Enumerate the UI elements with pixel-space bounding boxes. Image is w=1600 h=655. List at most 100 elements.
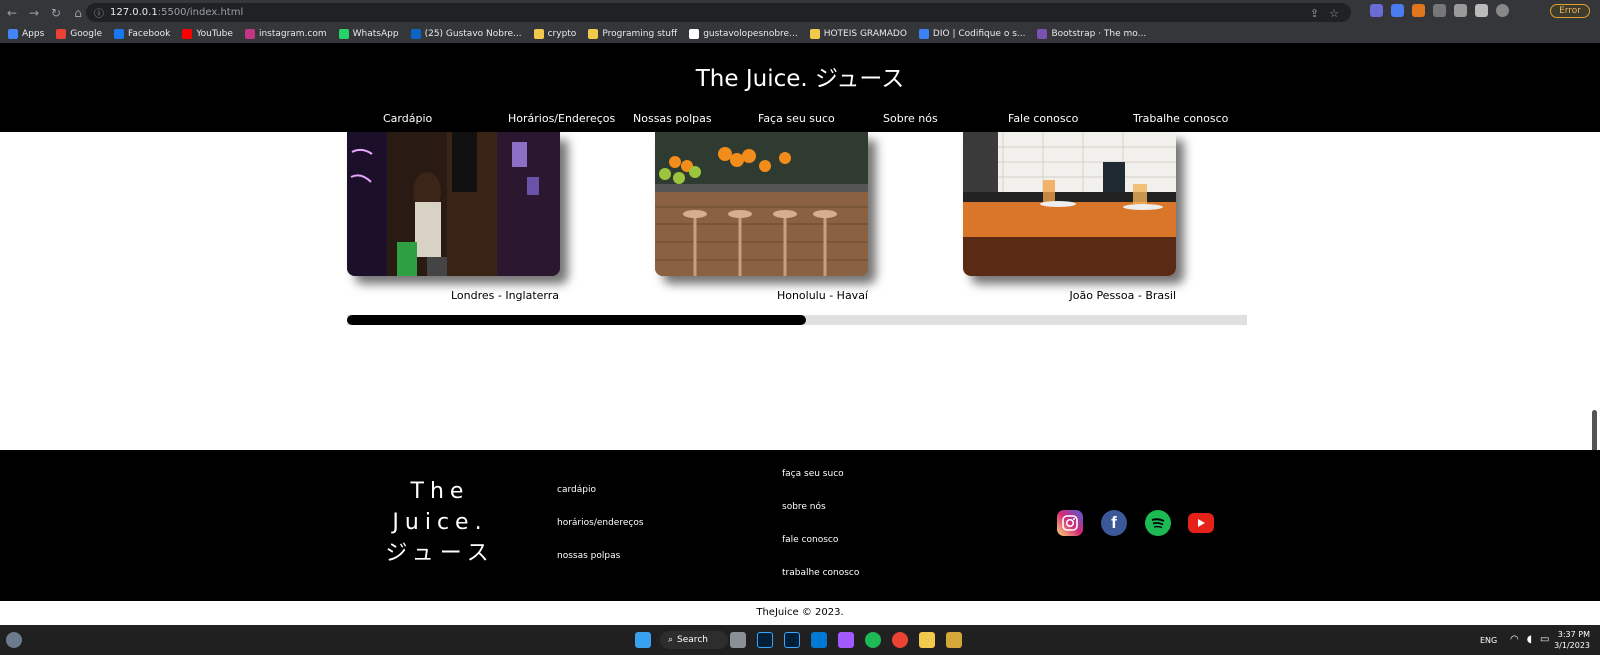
extension-icon[interactable] <box>1391 4 1404 17</box>
figma-icon[interactable] <box>838 632 854 648</box>
lightroom-icon[interactable] <box>784 632 800 648</box>
system-tray: ◠ ◖ ▭ <box>1510 634 1549 645</box>
bookmark-item[interactable]: (25) Gustavo Nobre... <box>410 29 522 39</box>
os-taskbar: ⌕ Search ENG ◠ ◖ ▭ 3:37 PM 3/1/2023 <box>0 625 1600 655</box>
photoshop-icon[interactable] <box>757 632 773 648</box>
clock-date: 3/1/2023 <box>1554 641 1590 650</box>
home-icon[interactable]: ⌂ <box>68 6 88 20</box>
dio-icon <box>918 29 929 39</box>
vscode-icon[interactable] <box>811 632 827 648</box>
tab-search-icon[interactable] <box>1454 4 1467 17</box>
bookmark-item[interactable]: Programing stuff <box>588 29 677 39</box>
bookmark-label: crypto <box>547 29 577 39</box>
card-image-londres[interactable] <box>347 132 560 276</box>
nav-sobre[interactable]: Sobre nós <box>883 112 938 125</box>
bookmark-item[interactable]: DIO | Codifique o s... <box>918 29 1026 39</box>
youtube-icon[interactable] <box>1188 513 1214 533</box>
apps-grid-icon <box>8 29 18 39</box>
bookmark-item[interactable]: WhatsApp <box>338 29 399 39</box>
bookmark-label: (25) Gustavo Nobre... <box>424 29 522 39</box>
bookmark-item[interactable]: Bootstrap · The mo... <box>1037 29 1146 39</box>
back-icon[interactable]: ← <box>2 6 22 20</box>
footer-link-cardapio[interactable]: cardápio <box>557 485 596 495</box>
error-button[interactable]: Error <box>1550 4 1590 18</box>
bookmark-item[interactable]: crypto <box>533 29 577 39</box>
volume-icon[interactable]: ◖ <box>1527 634 1532 645</box>
facebook-icon <box>114 29 125 39</box>
windows-start-icon[interactable] <box>635 632 651 648</box>
bookmark-item[interactable]: Google <box>56 29 102 39</box>
reload-icon[interactable]: ↻ <box>46 6 66 20</box>
footer-logo: The Juice. ジュース <box>380 476 500 569</box>
bookmark-item[interactable]: HOTEIS GRAMADO <box>809 29 907 39</box>
nav-fale[interactable]: Fale conosco <box>1008 112 1078 125</box>
chrome-icon[interactable] <box>892 632 908 648</box>
folder-icon <box>533 29 544 39</box>
weather-icon[interactable] <box>6 632 22 648</box>
footer-logo-line: ジュース <box>385 541 495 566</box>
bookmark-label: DIO | Codifique o s... <box>932 29 1026 39</box>
bookmark-label: Facebook <box>128 29 171 39</box>
bookmark-item[interactable]: Facebook <box>114 29 170 39</box>
address-bar[interactable]: ⓘ 127.0.0.1:5500/index.html ⇪ ☆ <box>86 3 1351 22</box>
language-indicator[interactable]: ENG <box>1480 636 1497 645</box>
bookmark-star-icon[interactable]: ☆ <box>1329 7 1339 20</box>
github-icon <box>689 29 700 39</box>
nav-faca-suco[interactable]: Faça seu suco <box>758 112 835 125</box>
bookmark-item[interactable]: gustavolopesnobre... <box>689 29 798 39</box>
google-icon <box>56 29 67 39</box>
task-view-icon[interactable] <box>730 632 746 648</box>
puzzle-icon[interactable] <box>1475 4 1488 17</box>
footer-link-sobre[interactable]: sobre nós <box>782 502 826 512</box>
url-host: 127.0.0.1 <box>110 7 158 18</box>
battery-icon[interactable]: ▭ <box>1540 634 1549 645</box>
share-icon[interactable]: ⇪ <box>1310 7 1319 20</box>
nav-horarios[interactable]: Horários/Endereços <box>508 112 615 125</box>
footer-link-faca-suco[interactable]: faça seu suco <box>782 469 844 479</box>
card-caption: Honolulu - Havaí <box>776 289 868 302</box>
taskbar-search-label: Search <box>677 635 708 645</box>
locations-carousel[interactable]: Londres - Inglaterra Honolulu - Havaí Jo… <box>0 132 1600 450</box>
extension-icon[interactable] <box>1370 4 1383 17</box>
forward-icon[interactable]: → <box>24 6 44 20</box>
copyright: TheJuice © 2023. <box>0 601 1600 625</box>
facebook-icon[interactable]: f <box>1101 510 1127 536</box>
info-icon[interactable]: ⓘ <box>94 5 104 20</box>
footer-logo-line: The <box>410 479 470 504</box>
card-caption: João Pessoa - Brasil <box>1069 289 1177 302</box>
instagram-icon[interactable] <box>1057 510 1083 536</box>
bookmark-item[interactable]: YouTube <box>182 29 233 39</box>
footer-link-trabalhe[interactable]: trabalhe conosco <box>782 568 859 578</box>
taskbar-search[interactable]: ⌕ Search <box>660 631 728 649</box>
bookmark-label: HOTEIS GRAMADO <box>823 29 907 39</box>
bookmark-label: Programing stuff <box>602 29 678 39</box>
file-explorer-icon[interactable] <box>919 632 935 648</box>
url-path: :5500/index.html <box>157 7 244 18</box>
folder-icon <box>809 29 820 39</box>
card-image-honolulu[interactable] <box>655 132 868 276</box>
nav-trabalhe[interactable]: Trabalhe conosco <box>1133 112 1228 125</box>
git-icon[interactable] <box>946 632 962 648</box>
bookmark-label: Google <box>70 29 103 39</box>
bookmark-label: instagram.com <box>258 29 327 39</box>
card-image-joao-pessoa[interactable] <box>963 132 1176 276</box>
clock[interactable]: 3:37 PM 3/1/2023 <box>1554 629 1590 651</box>
footer-link-polpas[interactable]: nossas polpas <box>557 551 620 561</box>
bookmark-label: Bootstrap · The mo... <box>1051 29 1147 39</box>
carousel-progress-fill[interactable] <box>347 315 806 325</box>
bookmark-item[interactable]: Apps <box>8 29 44 39</box>
metamask-icon[interactable] <box>1412 4 1425 17</box>
spotify-icon[interactable] <box>1145 510 1171 536</box>
clock-time: 3:37 PM <box>1557 630 1590 639</box>
nav-polpas[interactable]: Nossas polpas <box>633 112 712 125</box>
nav-cardapio[interactable]: Cardápio <box>383 112 432 125</box>
bookmark-item[interactable]: instagram.com <box>244 29 327 39</box>
extension-icon[interactable] <box>1433 4 1446 17</box>
avatar[interactable] <box>1496 4 1509 17</box>
footer-link-horarios[interactable]: horários/endereços <box>557 518 644 528</box>
footer-link-fale[interactable]: fale conosco <box>782 535 838 545</box>
wifi-icon[interactable]: ◠ <box>1510 634 1519 645</box>
spotify-icon[interactable] <box>865 632 881 648</box>
browser-toolbar: ← → ↻ ⌂ ⓘ 127.0.0.1:5500/index.html ⇪ ☆ … <box>0 0 1600 25</box>
bookmarks-bar: Apps Google Facebook YouTube instagram.com Wh… <box>0 25 1600 43</box>
